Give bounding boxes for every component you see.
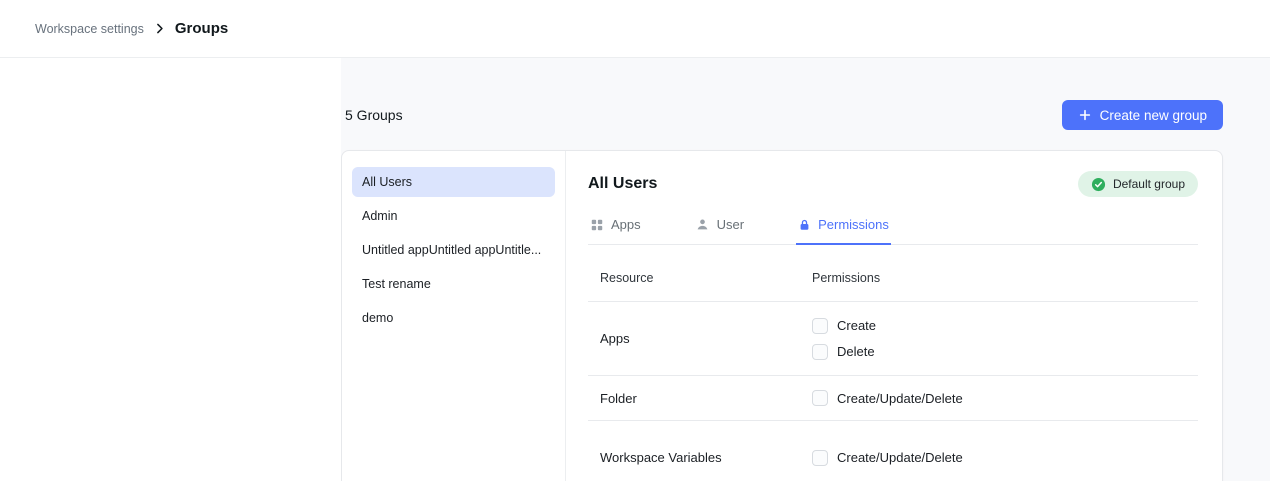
- apps-create-label: Create: [837, 318, 876, 333]
- apps-create-checkbox[interactable]: [812, 318, 828, 334]
- resource-label: Workspace Variables: [588, 450, 812, 465]
- check-circle-icon: [1091, 177, 1106, 192]
- column-header-resource: Resource: [588, 271, 812, 285]
- permissions-table: Resource Permissions Apps Create: [588, 245, 1198, 481]
- breadcrumb-current-groups: Groups: [175, 20, 228, 37]
- perm-item-workspace-variables-cud: Create/Update/Delete: [812, 450, 1198, 466]
- groups-toolbar: 5 Groups Create new group: [341, 100, 1223, 130]
- group-title: All Users: [588, 175, 657, 193]
- plus-icon: [1078, 108, 1092, 122]
- breadcrumb-bar: Workspace settings Groups: [0, 0, 1270, 58]
- breadcrumb: Workspace settings Groups: [35, 20, 228, 37]
- apps-delete-label: Delete: [837, 344, 875, 359]
- perm-item-folder-cud: Create/Update/Delete: [812, 390, 1198, 406]
- permissions-cell: Create/Update/Delete: [812, 376, 1198, 420]
- group-detail: All Users Default group Apps: [566, 151, 1222, 481]
- perm-item-apps-delete: Delete: [812, 344, 1198, 360]
- resource-label: Apps: [588, 331, 812, 346]
- breadcrumb-workspace-settings[interactable]: Workspace settings: [35, 22, 144, 36]
- group-item-test-rename[interactable]: Test rename: [352, 269, 555, 299]
- create-new-group-label: Create new group: [1100, 108, 1207, 123]
- apps-delete-checkbox[interactable]: [812, 344, 828, 360]
- left-panel: [0, 58, 341, 481]
- resource-label: Folder: [588, 391, 812, 406]
- tab-user[interactable]: User: [693, 211, 746, 245]
- group-item-admin[interactable]: Admin: [352, 201, 555, 231]
- workspace-variables-cud-checkbox[interactable]: [812, 450, 828, 466]
- chevron-right-icon: [153, 22, 166, 35]
- group-detail-header: All Users Default group: [588, 171, 1198, 197]
- tab-user-label: User: [717, 217, 744, 232]
- main-area: 5 Groups Create new group All Users Admi…: [0, 58, 1270, 481]
- table-row-workspace-variables: Workspace Variables Create/Update/Delete: [588, 421, 1198, 481]
- folder-cud-checkbox[interactable]: [812, 390, 828, 406]
- group-tabs: Apps User Permissions: [588, 211, 1198, 245]
- group-list: All Users Admin Untitled appUntitled app…: [342, 151, 566, 481]
- grid-icon: [590, 218, 604, 232]
- groups-card: All Users Admin Untitled appUntitled app…: [341, 150, 1223, 481]
- tab-apps-label: Apps: [611, 217, 641, 232]
- group-item-all-users[interactable]: All Users: [352, 167, 555, 197]
- table-row-apps: Apps Create Delete: [588, 302, 1198, 376]
- lock-icon: [798, 218, 811, 232]
- groups-workarea: 5 Groups Create new group All Users Admi…: [341, 58, 1270, 481]
- default-group-badge-label: Default group: [1113, 177, 1185, 191]
- group-item-demo[interactable]: demo: [352, 303, 555, 333]
- group-item-untitled-app[interactable]: Untitled appUntitled appUntitle...: [352, 235, 555, 265]
- tab-permissions[interactable]: Permissions: [796, 211, 891, 245]
- user-icon: [695, 217, 710, 232]
- permissions-table-header: Resource Permissions: [588, 245, 1198, 302]
- table-row-folder: Folder Create/Update/Delete: [588, 376, 1198, 421]
- permissions-cell: Create Delete: [812, 304, 1198, 374]
- create-new-group-button[interactable]: Create new group: [1062, 100, 1223, 130]
- tab-permissions-label: Permissions: [818, 217, 889, 232]
- groups-count: 5 Groups: [345, 107, 403, 123]
- default-group-badge: Default group: [1078, 171, 1198, 197]
- column-header-permissions: Permissions: [812, 271, 1198, 285]
- permissions-cell: Create/Update/Delete: [812, 436, 1198, 480]
- folder-cud-label: Create/Update/Delete: [837, 391, 963, 406]
- perm-item-apps-create: Create: [812, 318, 1198, 334]
- tab-apps[interactable]: Apps: [588, 211, 643, 245]
- workspace-variables-cud-label: Create/Update/Delete: [837, 450, 963, 465]
